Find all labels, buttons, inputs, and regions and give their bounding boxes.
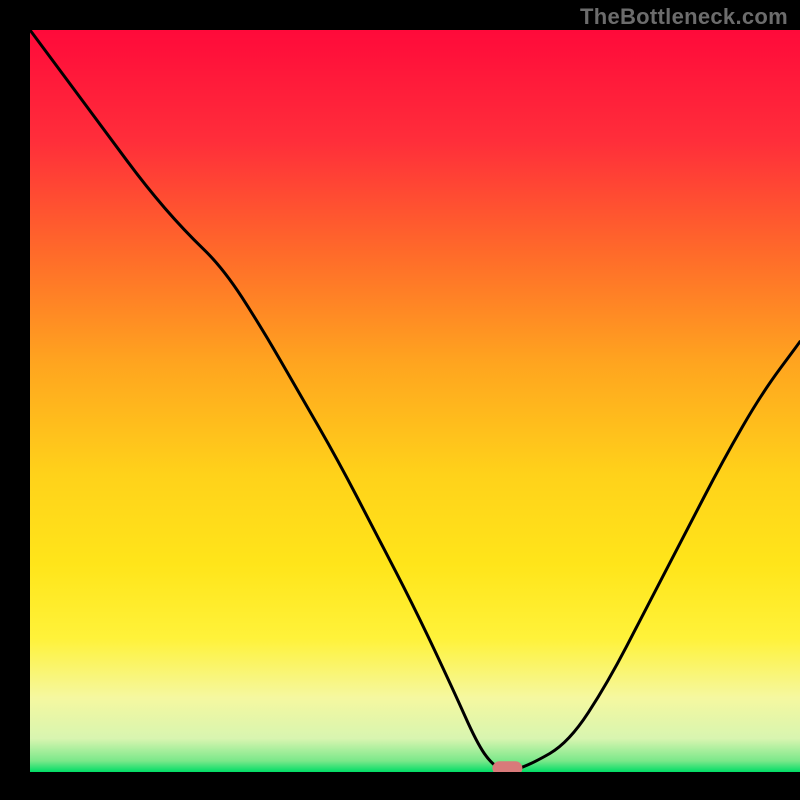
chart-frame: TheBottleneck.com xyxy=(0,0,800,800)
watermark-text: TheBottleneck.com xyxy=(580,4,788,30)
left-border xyxy=(0,0,30,800)
bottleneck-chart xyxy=(0,0,800,800)
bottom-border xyxy=(0,772,800,800)
gradient-background xyxy=(30,30,800,772)
